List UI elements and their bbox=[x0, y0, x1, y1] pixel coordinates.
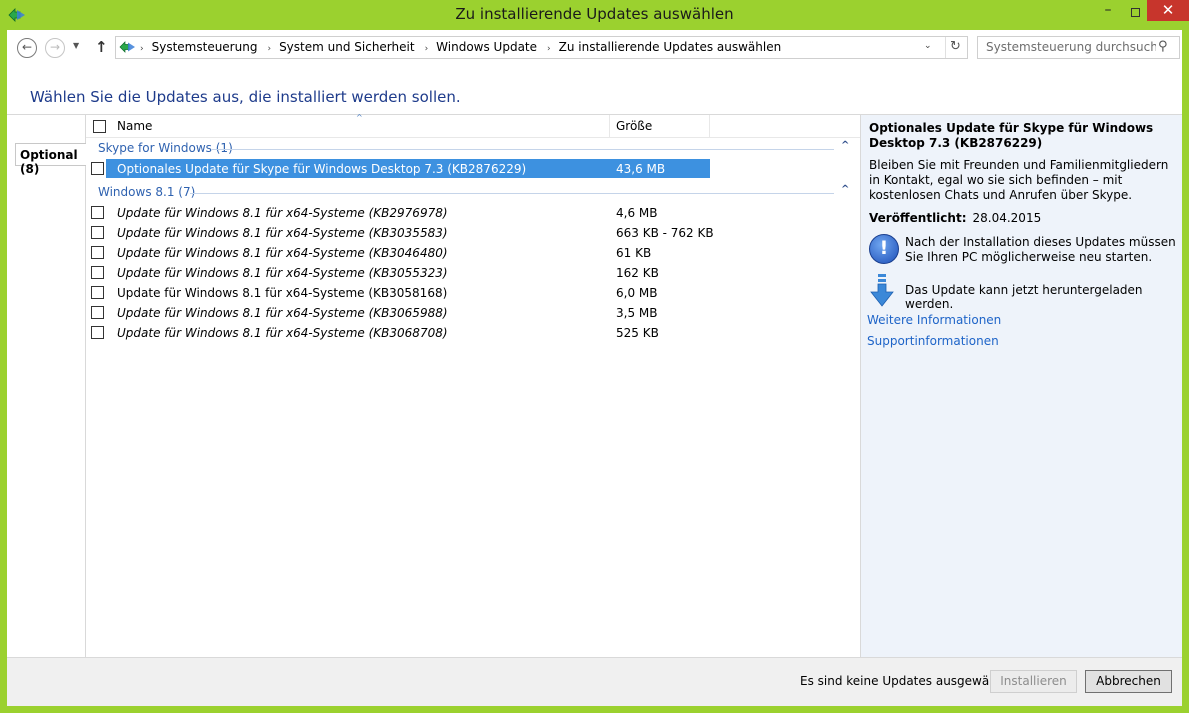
list-item[interactable]: Optionales Update für Skype für Windows … bbox=[86, 159, 860, 179]
breadcrumb-separator-icon: › bbox=[267, 44, 272, 54]
recent-locations-dropdown[interactable]: ▼ bbox=[73, 41, 79, 50]
control-panel-icon bbox=[119, 41, 135, 53]
details-description: Bleiben Sie mit Freunden und Familienmit… bbox=[869, 158, 1169, 202]
collapse-icon[interactable]: ^ bbox=[841, 184, 849, 195]
column-divider bbox=[709, 115, 710, 137]
group-header-skype[interactable]: Skype for Windows (1) ^ bbox=[86, 138, 860, 158]
window-title: Zu installierende Updates auswählen bbox=[455, 5, 734, 23]
restart-note: Nach der Installation dieses Updates müs… bbox=[905, 235, 1176, 264]
close-button[interactable]: ✕ bbox=[1147, 0, 1189, 21]
update-size: 525 KB bbox=[616, 326, 659, 340]
cancel-button[interactable]: Abbrechen bbox=[1085, 670, 1172, 693]
update-size: 663 KB - 762 KB bbox=[616, 226, 714, 240]
maximize-icon bbox=[1130, 8, 1140, 17]
page-title: Wählen Sie die Updates aus, die installi… bbox=[30, 88, 461, 106]
update-size: 6,0 MB bbox=[616, 286, 658, 300]
search-icon[interactable]: ⚲ bbox=[1158, 39, 1168, 54]
published-info: Veröffentlicht: 28.04.2015 bbox=[869, 211, 1041, 225]
group-header-windows81[interactable]: Windows 8.1 (7) ^ bbox=[86, 182, 860, 202]
list-item[interactable]: Update für Windows 8.1 für x64-Systeme (… bbox=[86, 303, 860, 323]
install-button[interactable]: Installieren bbox=[990, 670, 1077, 693]
update-checkbox[interactable] bbox=[91, 226, 104, 239]
maximize-button[interactable] bbox=[1121, 2, 1149, 24]
list-item[interactable]: Update für Windows 8.1 für x64-Systeme (… bbox=[86, 263, 860, 283]
column-name[interactable]: Name bbox=[117, 119, 152, 133]
breadcrumb-separator-icon: › bbox=[140, 44, 144, 54]
download-note: Das Update kann jetzt heruntergeladen we… bbox=[905, 283, 1143, 311]
update-checkbox[interactable] bbox=[91, 326, 104, 339]
breadcrumb-separator-icon: › bbox=[547, 44, 551, 54]
update-name: Update für Windows 8.1 für x64-Systeme (… bbox=[117, 286, 448, 300]
breadcrumb: › Systemsteuerung › System und Sicherheit › W… bbox=[140, 40, 781, 54]
breadcrumb-current[interactable]: Zu installierende Updates auswählen bbox=[559, 40, 782, 54]
search-input[interactable] bbox=[986, 40, 1156, 54]
update-name: Update für Windows 8.1 für x64-Systeme (… bbox=[117, 226, 448, 240]
update-name: Update für Windows 8.1 für x64-Systeme (… bbox=[117, 206, 448, 220]
column-header: ^ Name Größe bbox=[86, 113, 860, 138]
update-name: Update für Windows 8.1 für x64-Systeme (… bbox=[117, 306, 448, 320]
title-bar: Zu installierende Updates auswählen – ✕ bbox=[0, 0, 1189, 30]
category-tabs: Optional (8) bbox=[7, 115, 86, 657]
group-label: Windows 8.1 (7) bbox=[98, 185, 196, 199]
tab-optional[interactable]: Optional (8) bbox=[15, 143, 86, 176]
back-button[interactable]: ← bbox=[17, 38, 37, 58]
update-name: Update für Windows 8.1 für x64-Systeme (… bbox=[117, 246, 448, 260]
refresh-icon[interactable]: ↻ bbox=[950, 39, 961, 54]
minimize-button[interactable]: – bbox=[1094, 2, 1122, 24]
update-checkbox[interactable] bbox=[91, 162, 104, 175]
search-box[interactable]: ⚲ bbox=[977, 36, 1180, 59]
group-divider bbox=[212, 149, 834, 150]
list-item[interactable]: Update für Windows 8.1 für x64-Systeme (… bbox=[86, 223, 860, 243]
published-date: 28.04.2015 bbox=[972, 211, 1042, 225]
breadcrumb-system-und-sicherheit[interactable]: System und Sicherheit bbox=[279, 40, 415, 54]
update-name: Optionales Update für Skype für Windows … bbox=[117, 162, 527, 176]
list-item[interactable]: Update für Windows 8.1 für x64-Systeme (… bbox=[86, 323, 860, 343]
details-title: Optionales Update für Skype für Windows … bbox=[869, 121, 1154, 150]
column-size[interactable]: Größe bbox=[609, 115, 709, 137]
download-arrow-icon bbox=[870, 274, 894, 307]
collapse-icon[interactable]: ^ bbox=[841, 140, 849, 151]
footer-bar: Es sind keine Updates ausgewählt. Instal… bbox=[7, 657, 1182, 706]
more-info-link[interactable]: Weitere Informationen bbox=[867, 313, 1001, 327]
update-checkbox[interactable] bbox=[91, 286, 104, 299]
published-label: Veröffentlicht: bbox=[869, 211, 967, 225]
update-name: Update für Windows 8.1 für x64-Systeme (… bbox=[117, 326, 448, 340]
list-item[interactable]: Update für Windows 8.1 für x64-Systeme (… bbox=[86, 283, 860, 303]
update-checkbox[interactable] bbox=[91, 206, 104, 219]
update-checkbox[interactable] bbox=[91, 246, 104, 259]
update-size: 61 KB bbox=[616, 246, 652, 260]
list-item[interactable]: Update für Windows 8.1 für x64-Systeme (… bbox=[86, 203, 860, 223]
forward-button[interactable]: → bbox=[45, 38, 65, 58]
window-content: ← → ▼ ↑ › Systemsteuerung › System und Sich… bbox=[7, 30, 1182, 706]
update-size: 3,5 MB bbox=[616, 306, 658, 320]
up-button[interactable]: ↑ bbox=[95, 38, 108, 56]
update-checkbox[interactable] bbox=[91, 306, 104, 319]
group-label: Skype for Windows (1) bbox=[98, 141, 233, 155]
group-divider bbox=[190, 193, 834, 194]
support-info-link[interactable]: Supportinformationen bbox=[867, 334, 999, 348]
info-icon: ! bbox=[869, 234, 899, 264]
select-all-checkbox[interactable] bbox=[93, 120, 106, 133]
update-size: 43,6 MB bbox=[616, 162, 666, 176]
update-name: Update für Windows 8.1 für x64-Systeme (… bbox=[117, 266, 448, 280]
breadcrumb-separator-icon: › bbox=[424, 44, 429, 54]
breadcrumb-windows-update[interactable]: Windows Update bbox=[436, 40, 537, 54]
divider bbox=[945, 37, 946, 58]
address-dropdown-icon[interactable]: ⌄ bbox=[924, 41, 932, 51]
sort-ascending-icon: ^ bbox=[356, 113, 363, 122]
details-pane: Optionales Update für Skype für Windows … bbox=[860, 115, 1182, 657]
update-checkbox[interactable] bbox=[91, 266, 104, 279]
update-size: 162 KB bbox=[616, 266, 659, 280]
breadcrumb-systemsteuerung[interactable]: Systemsteuerung bbox=[152, 40, 258, 54]
status-text: Es sind keine Updates ausgewählt. bbox=[800, 674, 1009, 688]
address-bar[interactable]: › Systemsteuerung › System und Sicherheit › W… bbox=[115, 36, 968, 59]
update-size: 4,6 MB bbox=[616, 206, 658, 220]
list-item[interactable]: Update für Windows 8.1 für x64-Systeme (… bbox=[86, 243, 860, 263]
